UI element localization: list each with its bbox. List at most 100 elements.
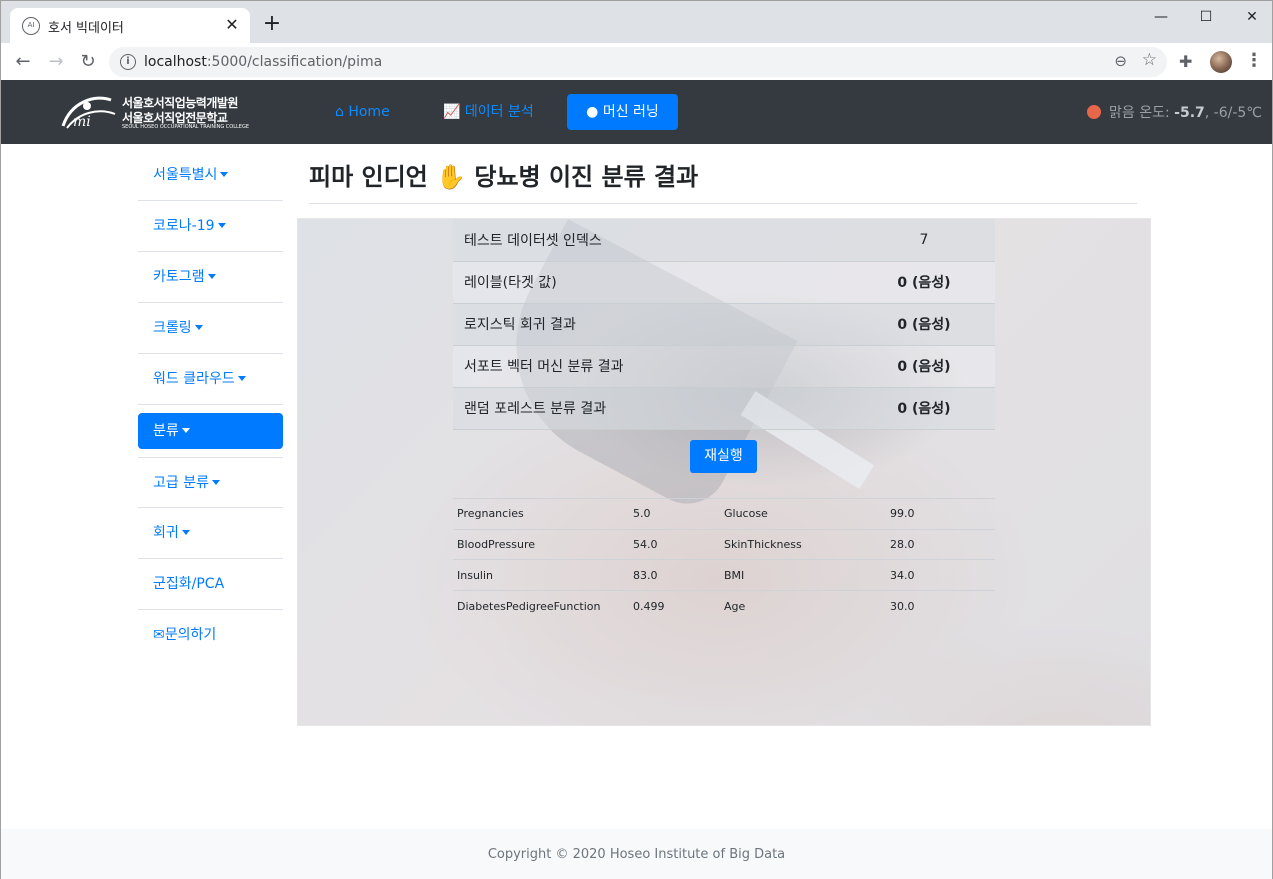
caret-down-icon [217, 223, 226, 228]
caret-down-icon [207, 274, 216, 279]
close-tab-icon[interactable]: ✕ [222, 15, 242, 35]
caret-down-icon [237, 376, 246, 381]
minimize-icon[interactable]: — [1146, 7, 1176, 27]
result-label: 서포트 벡터 머신 분류 결과 [453, 345, 853, 388]
nav-home[interactable]: ⌂ Home [323, 94, 402, 130]
sidebar-item-classification[interactable]: 분류 [138, 413, 283, 449]
envelope-icon: ✉ [153, 627, 165, 643]
feature-name: BMI [724, 559, 890, 591]
forward-icon[interactable]: → [44, 50, 68, 74]
browser-tab[interactable]: AI 호서 빅데이터 ✕ [10, 8, 250, 44]
title-right: 당뇨병 이진 분류 결과 [474, 163, 699, 191]
result-panel: 테스트 데이터셋 인덱스 7 레이블(타겟 값) 0 (음성) 로지스틱 회귀 … [297, 218, 1151, 726]
svg-text:mi: mi [73, 114, 91, 130]
url-path: :5000/classification/pima [206, 54, 383, 70]
copyright-text: Copyright © 2020 Hoseo Institute of Big … [487, 847, 786, 862]
weather-range: , -6/-5℃ [1204, 105, 1263, 121]
result-value: 7 [853, 219, 995, 262]
home-icon: ⌂ [335, 104, 344, 120]
nav-home-label: Home [348, 104, 390, 120]
rerun-button[interactable]: 재실행 [690, 440, 757, 473]
window-border-left [0, 144, 1, 829]
tab-title: 호서 빅데이터 [48, 21, 124, 36]
sidebar-item-regression[interactable]: 회귀 [138, 508, 283, 559]
result-table: 테스트 데이터셋 인덱스 7 레이블(타겟 값) 0 (음성) 로지스틱 회귀 … [453, 219, 995, 430]
result-label: 레이블(타겟 값) [453, 261, 853, 304]
nav-data-analysis[interactable]: 📈 데이터 분석 [431, 94, 546, 130]
table-row: 랜덤 포레스트 분류 결과 0 (음성) [453, 387, 995, 430]
sidebar-item-contact[interactable]: ✉문의하기 [138, 610, 283, 661]
result-value: 0 (음성) [853, 345, 995, 388]
sidebar-item-wordcloud[interactable]: 워드 클라우드 [138, 354, 283, 405]
zoom-icon[interactable]: ⊖ [1114, 52, 1127, 70]
maximize-icon[interactable]: ☐ [1191, 7, 1221, 27]
sidebar: 서울특별시 코로나-19 카토그램 크롤링 워드 클라우드 분류 고급 분류 회… [138, 150, 283, 661]
feature-value: 99.0 [890, 498, 995, 530]
window-close-icon[interactable]: ✕ [1237, 7, 1267, 27]
sidebar-label: 크롤링 [153, 320, 192, 336]
info-icon[interactable]: i [120, 54, 136, 70]
sidebar-item-corona[interactable]: 코로나-19 [138, 201, 283, 252]
site-logo[interactable]: mi 서울호서직업능력개발원 서울호서직업전문학교 SEOUL HOSEO OC… [59, 90, 249, 134]
sidebar-label: 워드 클라우드 [153, 371, 235, 387]
table-row: Insulin 83.0 BMI 34.0 [453, 559, 995, 591]
sidebar-label: 고급 분류 [153, 475, 209, 491]
title-left: 피마 인디언 [309, 163, 428, 191]
browser-menu-icon[interactable]: ⋮ [1245, 50, 1263, 71]
sidebar-item-crawling[interactable]: 크롤링 [138, 303, 283, 354]
caret-down-icon [194, 325, 203, 330]
nav-ml-label: 머신 러닝 [602, 104, 659, 120]
table-row: BloodPressure 54.0 SkinThickness 28.0 [453, 528, 995, 560]
hand-holding-medical-icon: ✋ [436, 163, 467, 191]
bookmark-star-icon[interactable]: ☆ [1142, 50, 1157, 70]
table-row: 레이블(타겟 값) 0 (음성) [453, 261, 995, 304]
weather-temp: -5.7 [1174, 105, 1205, 121]
url-input[interactable]: i localhost:5000/classification/pima ⊖ ☆ [109, 47, 1167, 77]
sidebar-item-cartogram[interactable]: 카토그램 [138, 252, 283, 303]
sidebar-label: 군집화/PCA [153, 576, 225, 592]
caret-down-icon [220, 172, 229, 177]
brain-icon: ● [586, 104, 599, 120]
new-tab-icon[interactable]: + [261, 13, 283, 35]
result-label: 랜덤 포레스트 분류 결과 [453, 387, 853, 430]
sidebar-item-clustering[interactable]: 군집화/PCA [138, 559, 283, 610]
sidebar-label: 회귀 [153, 525, 179, 541]
title-divider [309, 203, 1137, 204]
feature-value: 34.0 [890, 559, 995, 591]
logo-text-3: SEOUL HOSEO OCCUPATIONAL TRAINING COLLEG… [122, 124, 249, 130]
profile-avatar[interactable] [1210, 51, 1232, 73]
nav-machine-learning[interactable]: ● 머신 러닝 [567, 94, 678, 130]
feature-value: 54.0 [633, 528, 724, 560]
back-icon[interactable]: ← [11, 50, 35, 74]
nav-data-label: 데이터 분석 [464, 104, 534, 120]
sidebar-label: 분류 [153, 423, 179, 439]
sidebar-item-advanced-classification[interactable]: 고급 분류 [138, 457, 283, 508]
sidebar-label: 문의하기 [164, 627, 217, 643]
feature-name: BloodPressure [453, 528, 633, 560]
result-value: 0 (음성) [853, 387, 995, 430]
sidebar-label: 카토그램 [153, 269, 205, 285]
feature-name: Insulin [453, 559, 633, 591]
sidebar-label: 코로나-19 [153, 218, 215, 234]
feature-name: Age [724, 590, 890, 622]
site-navbar: mi 서울호서직업능력개발원 서울호서직업전문학교 SEOUL HOSEO OC… [0, 80, 1273, 144]
extensions-icon[interactable]: ✚ [1179, 52, 1192, 71]
feature-name: Glucose [724, 498, 890, 530]
reload-icon[interactable]: ↻ [76, 50, 100, 74]
feature-value: 5.0 [633, 498, 724, 530]
weather-widget: 맑음 온도: -5.7, -6/-5℃ [1087, 102, 1262, 122]
caret-down-icon [181, 530, 190, 535]
result-value: 0 (음성) [853, 261, 995, 304]
caret-down-icon [181, 428, 190, 433]
table-row: 로지스틱 회귀 결과 0 (음성) [453, 303, 995, 346]
weather-label: 맑음 온도: [1109, 105, 1175, 121]
caret-down-icon [211, 480, 220, 485]
result-value: 0 (음성) [853, 303, 995, 346]
address-bar: ← → ↻ i localhost:5000/classification/pi… [0, 43, 1273, 80]
feature-name: SkinThickness [724, 528, 890, 560]
sidebar-item-seoul[interactable]: 서울특별시 [138, 150, 283, 201]
sun-icon [1087, 105, 1101, 119]
table-row: Pregnancies 5.0 Glucose 99.0 [453, 498, 995, 530]
browser-tab-bar: AI 호서 빅데이터 ✕ + — ☐ ✕ [0, 0, 1273, 44]
feature-name: DiabetesPedigreeFunction [453, 590, 633, 622]
